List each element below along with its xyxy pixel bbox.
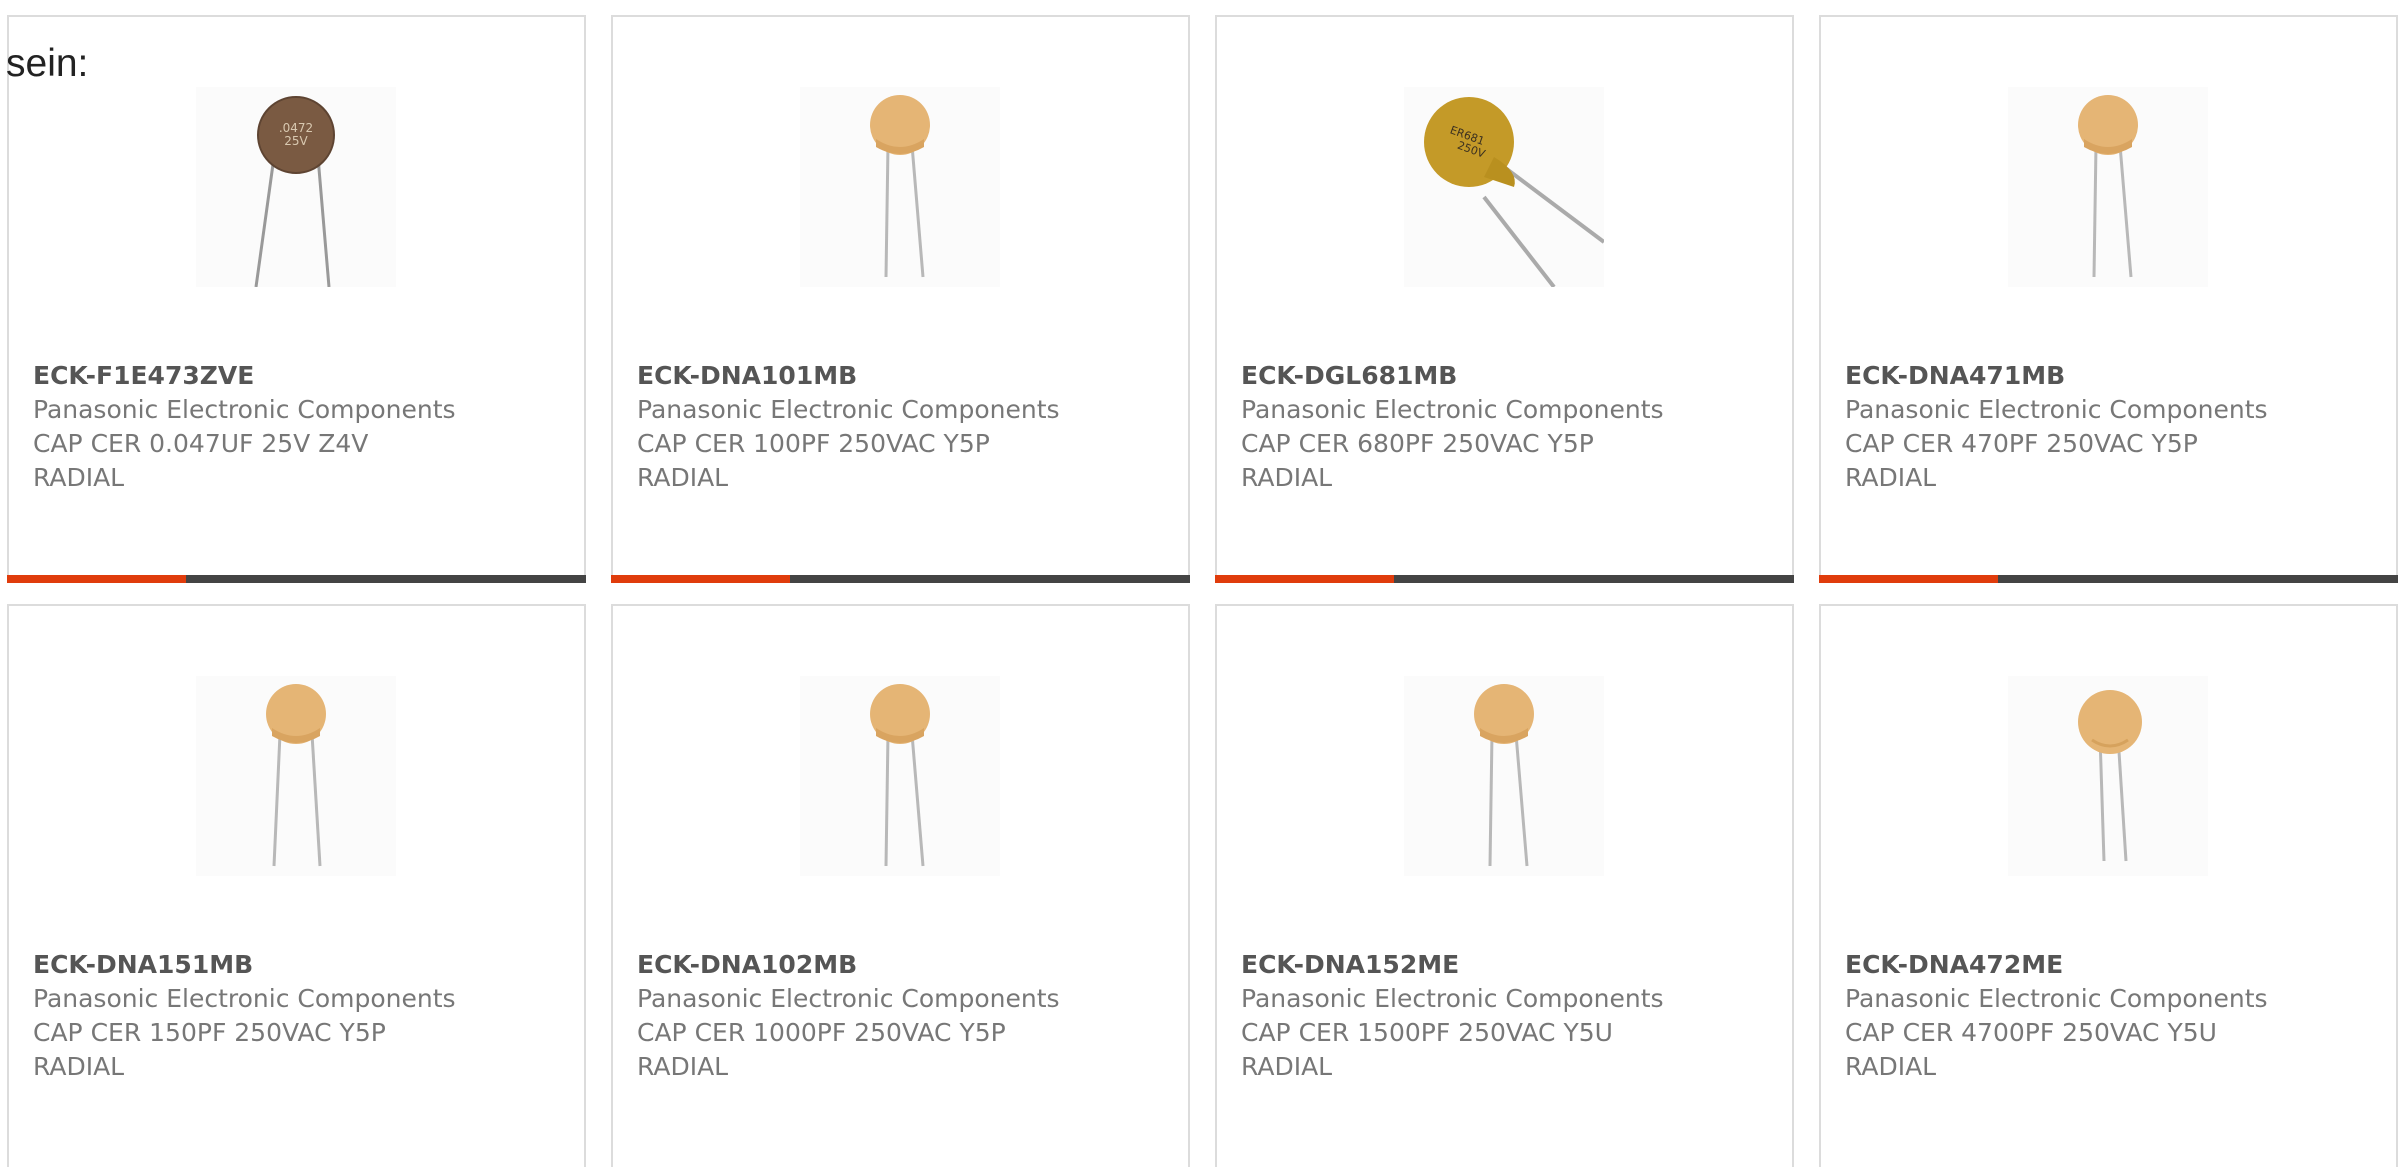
- description: CAP CER 680PF 250VAC Y5P RADIAL: [1241, 429, 1594, 492]
- product-info: ECK-DNA101MB Panasonic Electronic Compon…: [637, 359, 1178, 495]
- progress-bar: [1819, 575, 2398, 583]
- part-number[interactable]: ECK-DNA101MB: [637, 359, 1178, 393]
- manufacturer: Panasonic Electronic Components: [1241, 395, 1664, 424]
- manufacturer: Panasonic Electronic Components: [637, 395, 1060, 424]
- manufacturer: Panasonic Electronic Components: [637, 984, 1060, 1013]
- part-number[interactable]: ECK-DNA152ME: [1241, 948, 1782, 982]
- brown-disc-capacitor-icon: .0472 25V: [196, 87, 396, 287]
- intro-text: sein:: [6, 42, 89, 85]
- product-info: ECK-F1E473ZVE Panasonic Electronic Compo…: [33, 359, 574, 495]
- manufacturer: Panasonic Electronic Components: [1845, 984, 2268, 1013]
- product-info: ECK-DNA102MB Panasonic Electronic Compon…: [637, 948, 1178, 1084]
- part-number[interactable]: ECK-F1E473ZVE: [33, 359, 574, 393]
- progress-fill: [611, 575, 791, 583]
- part-number[interactable]: ECK-DNA471MB: [1845, 359, 2386, 393]
- part-number[interactable]: ECK-DNA472ME: [1845, 948, 2386, 982]
- product-card[interactable]: .0472 25V ECK-F1E473ZVE Panasonic Electr…: [7, 15, 586, 583]
- product-grid: .0472 25V ECK-F1E473ZVE Panasonic Electr…: [7, 15, 2400, 1167]
- description: CAP CER 150PF 250VAC Y5P RADIAL: [33, 1018, 386, 1081]
- product-info: ECK-DNA472ME Panasonic Electronic Compon…: [1845, 948, 2386, 1084]
- manufacturer: Panasonic Electronic Components: [33, 395, 456, 424]
- part-number[interactable]: ECK-DNA151MB: [33, 948, 574, 982]
- product-info: ECK-DNA151MB Panasonic Electronic Compon…: [33, 948, 574, 1084]
- tan-disc-capacitor-icon: [1404, 676, 1604, 876]
- description: CAP CER 4700PF 250VAC Y5U RADIAL: [1845, 1018, 2217, 1081]
- part-number[interactable]: ECK-DNA102MB: [637, 948, 1178, 982]
- description: CAP CER 100PF 250VAC Y5P RADIAL: [637, 429, 990, 492]
- yellow-disc-capacitor-icon: ER681 250V: [1404, 87, 1604, 287]
- description: CAP CER 0.047UF 25V Z4V RADIAL: [33, 429, 369, 492]
- manufacturer: Panasonic Electronic Components: [1241, 984, 1664, 1013]
- description: CAP CER 1000PF 250VAC Y5P RADIAL: [637, 1018, 1006, 1081]
- progress-bar: [611, 575, 1190, 583]
- product-card[interactable]: ECK-DNA151MB Panasonic Electronic Compon…: [7, 604, 586, 1167]
- description: CAP CER 1500PF 250VAC Y5U RADIAL: [1241, 1018, 1613, 1081]
- progress-fill: [1215, 575, 1395, 583]
- product-grid-page: sein: .0472 25V ECK-F1E473ZVE Panasonic …: [0, 0, 2400, 1167]
- svg-text:25V: 25V: [284, 134, 308, 148]
- product-card[interactable]: ECK-DNA472ME Panasonic Electronic Compon…: [1819, 604, 2398, 1167]
- product-info: ECK-DNA471MB Panasonic Electronic Compon…: [1845, 359, 2386, 495]
- product-card[interactable]: ECK-DNA102MB Panasonic Electronic Compon…: [611, 604, 1190, 1167]
- progress-bar: [7, 575, 586, 583]
- product-card[interactable]: ER681 250V ECK-DGL681MB Panasonic Electr…: [1215, 15, 1794, 583]
- svg-text:.0472: .0472: [279, 121, 313, 135]
- progress-fill: [7, 575, 187, 583]
- tan-disc-capacitor-icon: [2008, 676, 2208, 876]
- description: CAP CER 470PF 250VAC Y5P RADIAL: [1845, 429, 2198, 492]
- product-card[interactable]: ECK-DNA471MB Panasonic Electronic Compon…: [1819, 15, 2398, 583]
- tan-disc-capacitor-icon: [800, 676, 1000, 876]
- tan-disc-capacitor-icon: [196, 676, 396, 876]
- tan-disc-capacitor-icon: [800, 87, 1000, 287]
- tan-disc-capacitor-icon: [2008, 87, 2208, 287]
- product-info: ECK-DNA152ME Panasonic Electronic Compon…: [1241, 948, 1782, 1084]
- part-number[interactable]: ECK-DGL681MB: [1241, 359, 1782, 393]
- product-card[interactable]: ECK-DNA101MB Panasonic Electronic Compon…: [611, 15, 1190, 583]
- manufacturer: Panasonic Electronic Components: [1845, 395, 2268, 424]
- manufacturer: Panasonic Electronic Components: [33, 984, 456, 1013]
- progress-fill: [1819, 575, 1999, 583]
- product-card[interactable]: ECK-DNA152ME Panasonic Electronic Compon…: [1215, 604, 1794, 1167]
- product-info: ECK-DGL681MB Panasonic Electronic Compon…: [1241, 359, 1782, 495]
- progress-bar: [1215, 575, 1794, 583]
